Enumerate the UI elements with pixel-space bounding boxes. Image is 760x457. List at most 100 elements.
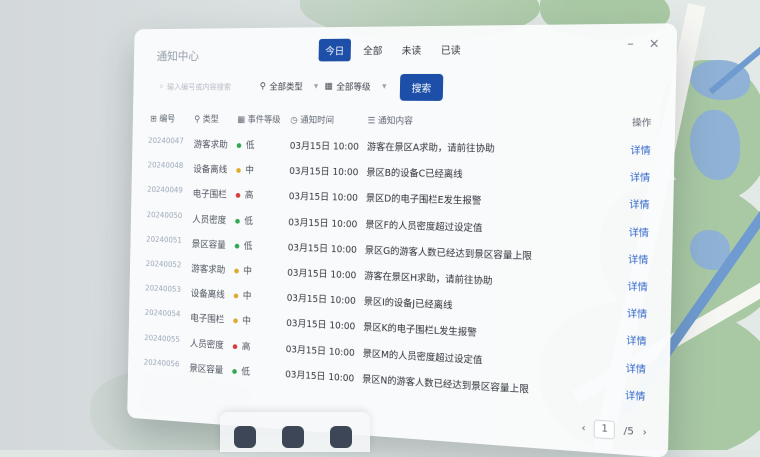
cell-id: 20240050	[146, 210, 183, 220]
level-filter-select[interactable]: ▦ 全部等级 ▾	[324, 80, 386, 93]
detail-link[interactable]: 详情	[625, 387, 646, 403]
level-dot-icon	[233, 293, 239, 299]
level-dot-icon	[236, 168, 241, 174]
cell-content: 游客在景区H求助，请前往协助	[364, 270, 493, 288]
level-dot-icon	[232, 368, 237, 374]
cell-time: 03月15日 10:00	[285, 343, 355, 359]
next-page-icon[interactable]: ›	[642, 426, 647, 438]
cell-id: 20240051	[146, 234, 182, 245]
panel-title: 通知中心	[156, 49, 200, 63]
cell-level: 低	[234, 238, 253, 252]
filter-icon: ⚲	[259, 81, 266, 92]
cell-level: 低	[235, 213, 253, 227]
cell-time: 03月15日 10:00	[285, 369, 355, 385]
cell-level: 高	[232, 338, 251, 352]
page-input[interactable]: 1	[593, 419, 616, 440]
detail-link[interactable]: 详情	[626, 333, 647, 348]
cell-time: 03月15日 10:00	[287, 242, 357, 256]
cell-type: 人员密度	[189, 338, 224, 351]
detail-link[interactable]: 详情	[628, 251, 649, 266]
cell-time: 03月15日 10:00	[288, 191, 358, 205]
search-icon: ⌕	[159, 81, 164, 91]
prev-page-icon[interactable]: ‹	[581, 422, 585, 434]
cell-content: 游客在景区A求助，请前往协助	[366, 141, 495, 155]
header-id[interactable]: ⊞ 编号	[150, 112, 175, 125]
dock-app-icon[interactable]	[282, 426, 304, 448]
detail-link[interactable]: 详情	[630, 142, 651, 157]
cell-id: 20240047	[147, 136, 184, 146]
detail-link[interactable]: 详情	[629, 197, 650, 212]
pagination: ‹ 1 /5 ›	[581, 419, 647, 442]
cell-id: 20240056	[143, 357, 180, 369]
detail-link[interactable]: 详情	[627, 306, 648, 321]
level-filter-label: 全部等级	[336, 82, 371, 93]
level-dot-icon	[234, 268, 239, 274]
chevron-down-icon: ▾	[382, 81, 387, 92]
bottom-dock	[220, 412, 370, 452]
notification-table: 20240047 游客求助 低 03月15日 10:00 游客在景区A求助，请前…	[143, 131, 657, 410]
cell-id: 20240049	[147, 185, 183, 195]
detail-link[interactable]: 详情	[626, 360, 647, 376]
detail-link[interactable]: 详情	[627, 278, 648, 293]
cell-content: 景区I的设备J已经离线	[363, 296, 453, 312]
cell-content: 景区D的电子围栏E发生报警	[365, 193, 482, 208]
cell-level: 低	[232, 363, 250, 377]
minimize-icon[interactable]: –	[627, 36, 634, 51]
header-level[interactable]: ▦ 事件等级	[237, 113, 281, 125]
header-type[interactable]: ⚲ 类型	[194, 112, 219, 125]
cell-time: 03月15日 10:00	[286, 318, 356, 333]
level-dot-icon	[235, 218, 240, 224]
cell-level: 低	[236, 137, 255, 151]
cell-id: 20240048	[147, 160, 184, 171]
cell-content: 景区B的设备C已经离线	[366, 167, 463, 181]
filter-toolbar: ⌕ 输入编号或内容搜索 ⚲ 全部类型 ▾ ▦ 全部等级 ▾ 搜索	[154, 73, 654, 103]
search-placeholder: 输入编号或内容搜索	[166, 82, 232, 91]
search-button[interactable]: 搜索	[399, 73, 444, 101]
tab-read[interactable]: 已读	[434, 38, 468, 61]
detail-link[interactable]: 详情	[629, 224, 650, 239]
dock-app-icon[interactable]	[234, 426, 256, 448]
tab-bar: 今日 全部 未读 已读	[318, 38, 468, 62]
cell-level: 中	[234, 263, 252, 277]
type-filter-select[interactable]: ⚲ 全部类型 ▾	[260, 80, 319, 93]
type-filter-label: 全部类型	[269, 82, 303, 93]
detail-link[interactable]: 详情	[630, 170, 651, 185]
cell-id: 20240053	[145, 283, 181, 294]
cell-id: 20240054	[144, 308, 181, 319]
level-dot-icon	[236, 143, 242, 149]
cell-id: 20240055	[144, 332, 181, 344]
cell-type: 人员密度	[192, 214, 227, 226]
close-icon[interactable]: ×	[649, 36, 660, 51]
cell-time: 03月15日 10:00	[287, 267, 357, 282]
cell-content: 景区K的电子围栏L发生报警	[363, 322, 477, 340]
cell-time: 03月15日 10:00	[286, 293, 356, 308]
level-dot-icon	[233, 318, 238, 324]
cell-content: 景区F的人员密度超过设定值	[365, 219, 483, 234]
cell-type: 设备离线	[193, 164, 228, 176]
level-dot-icon	[235, 193, 241, 199]
cell-content: 景区G的游客人数已经达到景区容量上限	[364, 245, 533, 263]
dock-app-icon[interactable]	[330, 426, 352, 448]
cell-type: 游客求助	[191, 263, 226, 276]
header-op: 操作	[631, 118, 652, 130]
cell-level: 中	[233, 313, 251, 327]
cell-type: 景区容量	[189, 363, 224, 376]
cell-type: 设备离线	[190, 288, 225, 301]
cell-level: 中	[233, 288, 252, 302]
notification-panel: 通知中心 今日 全部 未读 已读 – × ⌕ 输入编号或内容搜索 ⚲ 全部类型 …	[127, 23, 678, 457]
layers-icon: ▦	[324, 81, 333, 92]
tab-unread[interactable]: 未读	[395, 38, 429, 61]
tab-all[interactable]: 全部	[356, 38, 389, 61]
header-time[interactable]: ◷ 通知时间	[290, 113, 334, 126]
page-total: /5	[623, 425, 635, 438]
cell-type: 电子围栏	[192, 189, 227, 201]
cell-id: 20240052	[145, 259, 182, 270]
tab-today[interactable]: 今日	[318, 38, 352, 62]
cell-time: 03月15日 10:00	[288, 217, 358, 230]
header-content[interactable]: ☰ 通知内容	[367, 113, 413, 126]
search-input[interactable]: ⌕ 输入编号或内容搜索	[154, 76, 244, 97]
cell-time: 03月15日 10:00	[289, 166, 359, 179]
chevron-down-icon: ▾	[313, 81, 319, 92]
cell-content: 景区M的人员密度超过设定值	[362, 348, 483, 366]
window-controls: – ×	[627, 36, 660, 51]
